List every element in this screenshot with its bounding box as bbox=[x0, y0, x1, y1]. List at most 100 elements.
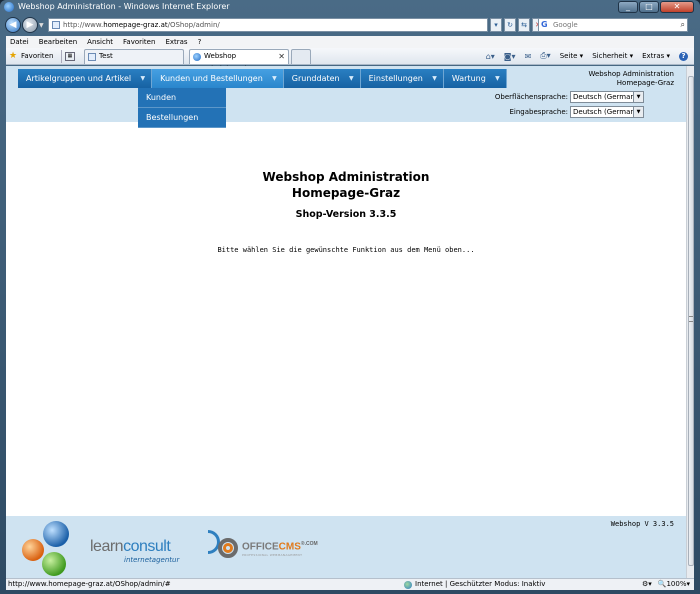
input-language-label: Eingabesprache: bbox=[509, 108, 569, 116]
menu-bar: Datei Bearbeiten Ansicht Favoriten Extra… bbox=[6, 36, 694, 48]
nav-kunden-bestellungen[interactable]: Kunden und Bestellungen ▼ bbox=[152, 69, 284, 88]
status-bar: http://www.homepage-graz.at/OShop/admin/… bbox=[6, 578, 694, 590]
brand-line2: Homepage-Graz bbox=[616, 79, 674, 87]
quick-tabs-icon[interactable]: ▦ bbox=[65, 52, 75, 61]
footer-version: Webshop V 3.3.5 bbox=[610, 520, 674, 528]
address-tools: ▾ ↻ ⇆ ✕ bbox=[490, 18, 544, 32]
status-zone[interactable]: Internet | Geschützter Modus: Inaktiv bbox=[404, 579, 545, 590]
close-button[interactable]: ✕ bbox=[660, 1, 694, 13]
hint-text: Bitte wählen Sie die gewünschte Funktion… bbox=[217, 246, 475, 254]
favorites-star-icon[interactable]: ★ bbox=[9, 51, 17, 61]
nav-artikelgruppen[interactable]: Artikelgruppen und Artikel ▼ bbox=[18, 69, 153, 88]
ie-logo-icon bbox=[4, 2, 14, 12]
google-icon: G bbox=[541, 20, 548, 29]
search-icon[interactable]: ⌕ bbox=[681, 19, 685, 31]
logo-subtitle: internetagentur bbox=[124, 556, 180, 564]
chevron-down-icon: ▼ bbox=[633, 92, 643, 102]
search-box[interactable]: G Google ⌕ bbox=[538, 18, 688, 32]
address-path: /OShop/admin/ bbox=[167, 21, 220, 29]
ui-language-label: Oberflächensprache: bbox=[494, 93, 568, 101]
status-tools-icon[interactable]: ⚙▾ bbox=[642, 579, 652, 590]
page-icon bbox=[88, 53, 96, 61]
maximize-button[interactable]: □ bbox=[639, 1, 659, 13]
learnconsult-logo: learnconsult internetagentur bbox=[90, 530, 220, 564]
status-url: http://www.homepage-graz.at/OShop/admin/… bbox=[8, 580, 171, 588]
nav-wartung[interactable]: Wartung ▼ bbox=[443, 69, 507, 88]
new-tab-button[interactable] bbox=[291, 49, 311, 64]
address-host: homepage-graz.at bbox=[103, 21, 168, 29]
brand-line1: Webshop Administration bbox=[588, 70, 674, 78]
nav-grunddaten[interactable]: Grunddaten ▼ bbox=[283, 69, 361, 88]
nav-einstellungen[interactable]: Einstellungen ▼ bbox=[360, 69, 444, 88]
tab-test[interactable]: Test bbox=[84, 49, 184, 64]
back-button[interactable]: ◀ bbox=[5, 17, 21, 33]
vertical-scrollbar[interactable] bbox=[686, 66, 694, 578]
chevron-down-icon: ▼ bbox=[495, 75, 500, 82]
extras-menu[interactable]: Extras ▾ bbox=[642, 52, 670, 60]
menu-favoriten[interactable]: Favoriten bbox=[123, 38, 155, 46]
title-bar: Webshop Administration - Windows Interne… bbox=[0, 0, 700, 14]
help-icon[interactable]: ? bbox=[679, 51, 688, 61]
browser-window: Webshop Administration - Windows Interne… bbox=[0, 0, 700, 594]
dropdown-item-kunden[interactable]: Kunden bbox=[138, 88, 226, 108]
window-controls: _ □ ✕ bbox=[618, 1, 694, 13]
command-bar: ⌂▾ ◙▾ ✉ ⎙▾ Seite ▾ Sicherheit ▾ Extras ▾… bbox=[486, 51, 688, 61]
page-content: Artikelgruppen und Artikel ▼ Kunden und B… bbox=[6, 66, 686, 578]
tab-webshop-administration[interactable]: Webshop Administration ✕ bbox=[189, 49, 289, 73]
ui-language-select[interactable]: Deutsch (German) ▼ bbox=[570, 91, 644, 103]
page-menu[interactable]: Seite ▾ bbox=[560, 52, 584, 60]
go-icon[interactable]: ⇆ bbox=[518, 18, 530, 32]
forward-button[interactable]: ▶ bbox=[22, 17, 38, 33]
address-row: ◀ ▶ ▼ http://www.homepage-graz.at/OShop/… bbox=[0, 14, 700, 36]
home-icon[interactable]: ⌂▾ bbox=[486, 52, 495, 61]
compat-view-icon[interactable]: ▾ bbox=[490, 18, 502, 32]
dropdown-item-bestellungen[interactable]: Bestellungen bbox=[138, 108, 226, 128]
address-prefix: http://www. bbox=[63, 21, 104, 29]
refresh-icon[interactable]: ↻ bbox=[504, 18, 516, 32]
zoom-icon[interactable]: 🔍100%▾ bbox=[658, 579, 690, 590]
officecms-inner-ring-icon bbox=[223, 543, 233, 553]
logo-learn-text: learn bbox=[90, 538, 124, 555]
learnconsult-balls-logo bbox=[22, 521, 69, 576]
header-brand: Webshop Administration Homepage-Graz bbox=[588, 70, 674, 88]
favorites-bar: ★ Favoriten ▦ Test Webshop Administratio… bbox=[6, 48, 694, 73]
officecms-tagline: PROFESSIONAL WEBMANAGEMENT bbox=[242, 553, 303, 557]
header-band: Artikelgruppen und Artikel ▼ Kunden und B… bbox=[6, 66, 686, 122]
page-icon bbox=[52, 21, 60, 29]
security-menu[interactable]: Sicherheit ▾ bbox=[592, 52, 633, 60]
mail-icon[interactable]: ✉ bbox=[525, 52, 532, 61]
nav-dropdown-menu: Kunden Bestellungen bbox=[138, 88, 226, 128]
favbar-separator bbox=[61, 50, 62, 63]
chevron-down-icon: ▼ bbox=[140, 75, 146, 82]
address-bar[interactable]: http://www.homepage-graz.at/OShop/admin/ bbox=[48, 18, 488, 32]
menu-ansicht[interactable]: Ansicht bbox=[87, 38, 113, 46]
input-language-row: Eingabesprache: Deutsch (German) ▼ bbox=[509, 106, 644, 118]
chevron-down-icon: ▼ bbox=[272, 75, 277, 82]
shop-version: Shop-Version 3.3.5 bbox=[295, 209, 397, 220]
minimize-button[interactable]: _ bbox=[618, 1, 638, 13]
print-icon[interactable]: ⎙▾ bbox=[540, 51, 550, 61]
chevron-down-icon: ▼ bbox=[348, 75, 354, 82]
menu-bearbeiten[interactable]: Bearbeiten bbox=[39, 38, 77, 46]
zone-text: Internet | Geschützter Modus: Inaktiv bbox=[415, 580, 546, 588]
chevron-down-icon: ▼ bbox=[432, 75, 437, 82]
globe-icon bbox=[404, 580, 412, 589]
menu-datei[interactable]: Datei bbox=[10, 38, 29, 46]
page-title: Webshop Administration bbox=[262, 170, 430, 184]
officecms-wordmark: OFFICECMS®.COM bbox=[242, 541, 318, 553]
tab-close-icon[interactable]: ✕ bbox=[278, 50, 285, 63]
menu-help[interactable]: ? bbox=[198, 38, 202, 46]
ui-language-row: Oberflächensprache: Deutsch (German) ▼ bbox=[495, 91, 644, 103]
history-dropdown-icon[interactable]: ▼ bbox=[39, 22, 44, 29]
search-placeholder: Google bbox=[553, 21, 578, 29]
page-subtitle: Homepage-Graz bbox=[291, 186, 401, 200]
ie-page-icon bbox=[193, 53, 201, 61]
feeds-icon[interactable]: ◙▾ bbox=[504, 52, 516, 61]
tab-label: Test bbox=[99, 52, 113, 60]
zoom-level: 100% bbox=[666, 580, 687, 588]
scrollbar-grip-icon bbox=[689, 316, 693, 322]
footer: Webshop V 3.3.5 learnconsult internetage… bbox=[6, 516, 686, 578]
favorites-button[interactable]: Favoriten bbox=[21, 52, 53, 60]
menu-extras[interactable]: Extras bbox=[165, 38, 187, 46]
input-language-select[interactable]: Deutsch (German) ▼ bbox=[570, 106, 644, 118]
